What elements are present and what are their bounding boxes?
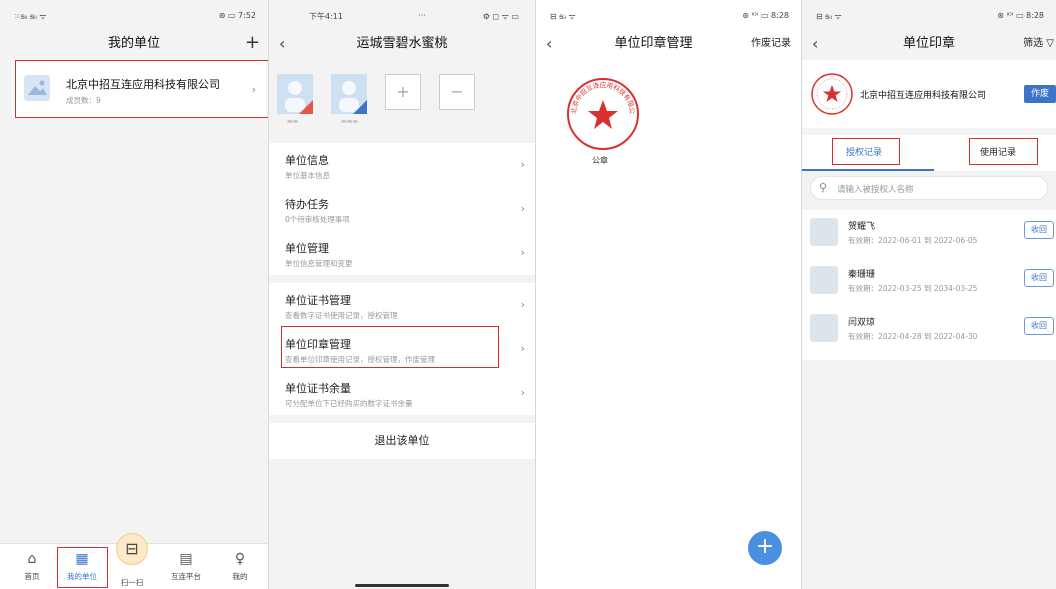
avatar[interactable] bbox=[331, 74, 367, 114]
tab-indicator bbox=[802, 169, 934, 171]
highlight-box bbox=[15, 60, 268, 118]
seal-label: 公章 bbox=[592, 156, 608, 165]
status-bar: 下午4:11 ··· ⚙ ◻ ᯤ ▭ bbox=[309, 11, 519, 21]
add-seal-button[interactable]: + bbox=[748, 531, 782, 565]
member-name: ▬▬▬ bbox=[341, 118, 359, 125]
menu-unit-management[interactable]: 单位管理 单位信息管理和变更 › bbox=[269, 231, 535, 275]
highlight-box bbox=[57, 547, 108, 588]
list-item: 闫双琼 有效期：2022-04-28 到 2022-04-30 收回 bbox=[802, 306, 1056, 352]
revoke-button[interactable]: 收回 bbox=[1024, 317, 1054, 335]
screen-my-units: ⁙ᵴᵢₗ ᵴᵢₗ ᯤ ⊛ ▭ 7:52 我的单位 + 北京中招互连应用科技有限公… bbox=[0, 0, 268, 589]
add-icon[interactable]: + bbox=[245, 30, 260, 56]
menu-todo-tasks[interactable]: 待办任务 0个待审核处理事项 › bbox=[269, 187, 535, 231]
screen-seal-management: ⊟ ᵴᵢₗ ᯤ ⊛ ᴵᴼᴵ ▭ 8:28 ‹ 单位印章管理 作废记录 北京中招互… bbox=[536, 0, 801, 589]
scan-icon: ⊟ bbox=[116, 533, 148, 565]
filter-button[interactable]: 筛选 ▽ bbox=[1023, 30, 1054, 58]
seal-header-card: 北京中招互连应用科技有限公司 作废 bbox=[802, 60, 1056, 128]
screen-unit-detail: 下午4:11 ··· ⚙ ◻ ᯤ ▭ ‹ 运城雪碧水蜜桃 + − ▬▬ ▬▬▬ … bbox=[269, 0, 535, 589]
signal-icon: ⁙ᵴᵢₗ ᵴᵢₗ ᯤ bbox=[14, 12, 47, 21]
person-icon: ♀ bbox=[234, 551, 246, 567]
avatar bbox=[810, 314, 838, 342]
page-title: 单位印章 bbox=[902, 36, 955, 51]
home-icon: ⌂ bbox=[27, 551, 37, 567]
tab-me[interactable]: ♀ 我的 bbox=[214, 545, 266, 589]
record-list: 贺耀飞 有效期：2022-06-01 到 2022-06-05 收回 秦珊珊 有… bbox=[802, 210, 1056, 360]
status-bar: ⊟ ᵴᵢₗ ᯤ ⊛ ᴵᴼᴵ ▭ 8:28 bbox=[816, 11, 1044, 21]
member-strip: + − ▬▬ ▬▬▬ bbox=[269, 66, 535, 132]
menu-cert-balance[interactable]: 单位证书余量 可分配单位下已经购买的数字证书余量 › bbox=[269, 371, 535, 415]
highlight-box bbox=[281, 326, 499, 368]
list-item: 贺耀飞 有效期：2022-06-01 到 2022-06-05 收回 bbox=[802, 210, 1056, 256]
avatar bbox=[810, 266, 838, 294]
menu-unit-info[interactable]: 单位信息 单位基本信息 › bbox=[269, 143, 535, 187]
void-button[interactable]: 作废 bbox=[1024, 85, 1056, 103]
company-seal bbox=[810, 72, 854, 116]
tab-home[interactable]: ⌂ 首页 bbox=[6, 545, 58, 589]
page-title: 我的单位 bbox=[107, 36, 160, 51]
search-placeholder: 请输入被授权人名称 bbox=[837, 185, 914, 195]
battery-clock: ⊛ ▭ 7:52 bbox=[218, 11, 256, 20]
revoke-button[interactable]: 收回 bbox=[1024, 269, 1054, 287]
exit-unit-button[interactable]: 退出该单位 bbox=[269, 423, 535, 459]
list-item: 秦珊珊 有效期：2022-03-25 到 2034-03-25 收回 bbox=[802, 258, 1056, 304]
chevron-right-icon: › bbox=[520, 202, 525, 215]
avatar bbox=[810, 218, 838, 246]
menu-cert-management[interactable]: 单位证书管理 查看数字证书使用记录，授权管理 › bbox=[269, 283, 535, 327]
search-icon: ⚲ bbox=[819, 181, 828, 194]
revoke-button[interactable]: 收回 bbox=[1024, 221, 1054, 239]
status-bar: ⁙ᵴᵢₗ ᵴᵢₗ ᯤ ⊛ ▭ 7:52 bbox=[0, 0, 268, 28]
void-records-link[interactable]: 作废记录 bbox=[751, 30, 791, 58]
company-name: 北京中招互连应用科技有限公司 bbox=[860, 91, 987, 101]
chevron-right-icon: › bbox=[520, 246, 525, 259]
add-member-button[interactable]: + bbox=[385, 74, 421, 110]
tab-scan[interactable]: ⊟ 扫一扫 bbox=[106, 533, 158, 589]
tab-bar: ⌂ 首页 ▦ 我的单位 ⊟ 扫一扫 ▤ 互连平台 ♀ 我的 bbox=[0, 533, 268, 589]
highlight-box bbox=[832, 138, 900, 165]
avatar[interactable] bbox=[277, 74, 313, 114]
status-bar: ⊟ ᵴᵢₗ ᯤ ⊛ ᴵᴼᴵ ▭ 8:28 bbox=[550, 11, 789, 21]
highlight-box bbox=[969, 138, 1038, 165]
chevron-right-icon: › bbox=[520, 342, 525, 355]
chevron-right-icon: › bbox=[520, 298, 525, 311]
chevron-right-icon: › bbox=[520, 158, 525, 171]
tab-platform[interactable]: ▤ 互连平台 bbox=[160, 545, 212, 589]
screen-seal-detail: ⊟ ᵴᵢₗ ᯤ ⊛ ᴵᴼᴵ ▭ 8:28 ‹ 单位印章 筛选 ▽ 北京中招互连应… bbox=[802, 0, 1056, 589]
chevron-right-icon: › bbox=[520, 386, 525, 399]
remove-member-button[interactable]: − bbox=[439, 74, 475, 110]
home-indicator bbox=[355, 584, 449, 587]
document-icon: ▤ bbox=[179, 551, 193, 567]
search-input[interactable]: ⚲ 请输入被授权人名称 bbox=[810, 176, 1048, 200]
company-seal[interactable]: 北京中招互连应用科技有限公司 bbox=[562, 70, 641, 152]
member-name: ▬▬ bbox=[287, 118, 299, 125]
page-title: 运城雪碧水蜜桃 bbox=[356, 36, 448, 51]
